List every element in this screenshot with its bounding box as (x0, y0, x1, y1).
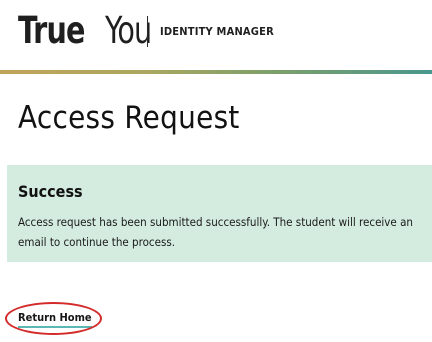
logo-text-true: True (18, 9, 85, 52)
app-subtitle: IDENTITY MANAGER (160, 25, 274, 38)
trueyou-logo[interactable]: True You (18, 9, 152, 52)
alert-message: Access request has been submitted succes… (18, 215, 413, 249)
return-home-link[interactable]: Return Home (18, 311, 92, 328)
alert-heading: Success (18, 182, 83, 201)
logo-divider (147, 16, 148, 47)
logo-text-you: You (105, 9, 152, 52)
site-header: True You IDENTITY MANAGER (0, 0, 432, 72)
header-gradient-rule (0, 70, 432, 74)
page-title: Access Request (18, 100, 240, 136)
success-alert: Success Access request has been submitte… (7, 165, 432, 262)
